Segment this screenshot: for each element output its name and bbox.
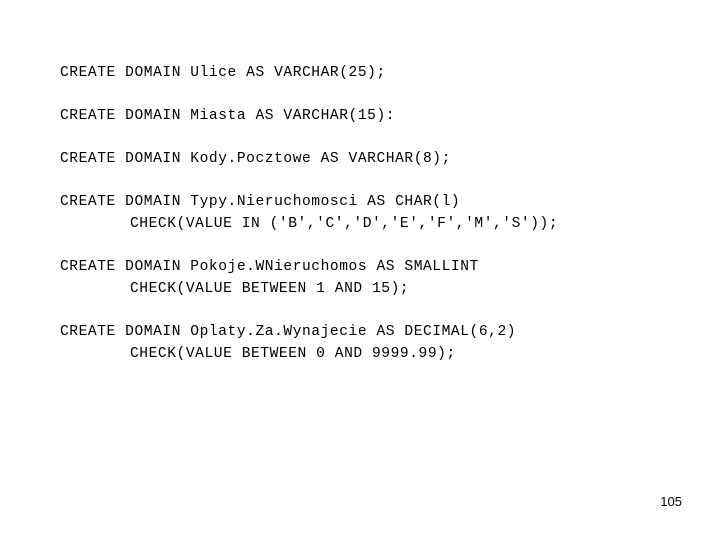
page-number: 105: [660, 494, 682, 509]
sql-statement-pokojewnieruchomos: CREATE DOMAIN Pokoje.WNieruchomos AS SMA…: [60, 256, 700, 300]
code-line: CREATE DOMAIN Oplaty.Za.Wynajecie AS DEC…: [60, 324, 517, 340]
sql-statement-miasta: CREATE DOMAIN Miasta AS VARCHAR(15):: [60, 105, 700, 127]
sql-code-block: CREATE DOMAIN Ulice AS VARCHAR(25); CREA…: [60, 62, 700, 365]
code-line-check: CHECK(VALUE BETWEEN 0 AND 9999.99);: [130, 346, 456, 362]
code-line-check: CHECK(VALUE IN ('B','C','D','E','F','M',…: [130, 216, 559, 232]
sql-statement-oplatyzawynajecie: CREATE DOMAIN Oplaty.Za.Wynajecie AS DEC…: [60, 321, 700, 365]
sql-statement-typynieruchomosci: CREATE DOMAIN Typy.Nieruchomosci AS CHAR…: [60, 191, 700, 235]
code-line-check: CHECK(VALUE BETWEEN 1 AND 15);: [130, 281, 410, 297]
code-line: CREATE DOMAIN Pokoje.WNieruchomos AS SMA…: [60, 259, 479, 275]
code-line: CREATE DOMAIN Ulice AS VARCHAR(25);: [60, 65, 386, 81]
sql-statement-ulice: CREATE DOMAIN Ulice AS VARCHAR(25);: [60, 62, 700, 84]
code-line: CREATE DOMAIN Typy.Nieruchomosci AS CHAR…: [60, 194, 461, 210]
code-line: CREATE DOMAIN Kody.Pocztowe AS VARCHAR(8…: [60, 151, 451, 167]
sql-statement-kodypocztowe: CREATE DOMAIN Kody.Pocztowe AS VARCHAR(8…: [60, 148, 700, 170]
code-line: CREATE DOMAIN Miasta AS VARCHAR(15):: [60, 108, 396, 124]
slide-canvas: CREATE DOMAIN Ulice AS VARCHAR(25); CREA…: [0, 0, 720, 540]
